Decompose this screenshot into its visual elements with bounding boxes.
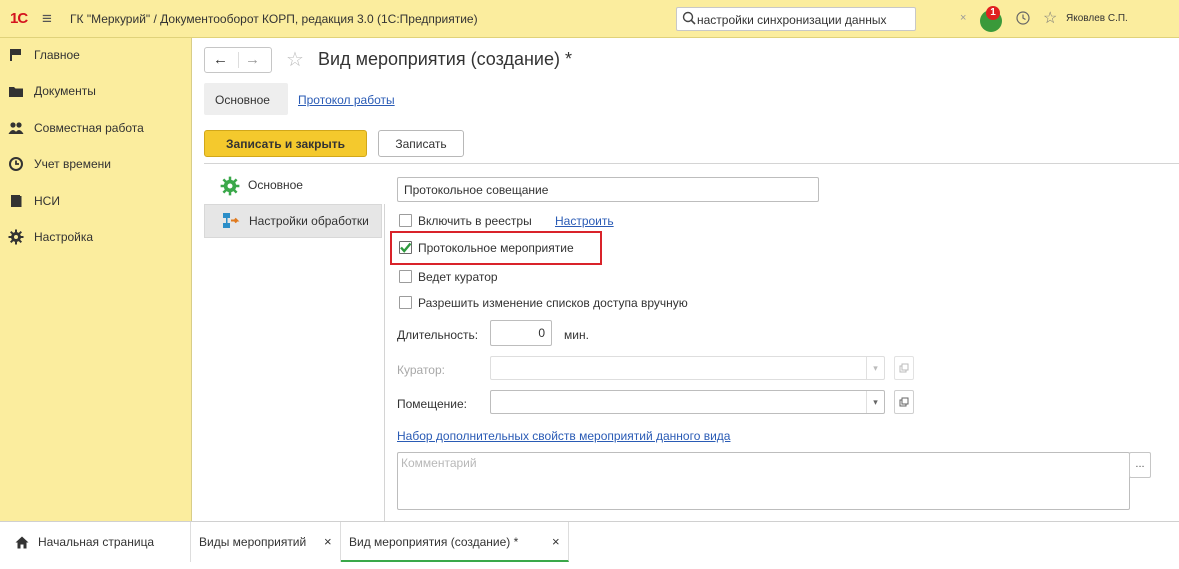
top-bar: 1С ≡ ГК "Меркурий" / Документооборот КОР… — [0, 0, 1179, 38]
tab-main[interactable]: Основное — [204, 83, 288, 115]
close-icon[interactable]: × — [324, 534, 332, 549]
curator-open-button — [894, 356, 914, 380]
search-input[interactable]: настройки синхронизации данных — [676, 7, 916, 31]
favorites-star-icon[interactable]: ☆ — [1043, 8, 1057, 28]
people-icon — [8, 120, 24, 136]
room-field[interactable]: ▾ — [490, 390, 885, 414]
name-value: Протокольное совещание — [404, 183, 549, 197]
open-windows-bar: Начальная страница Виды мероприятий × Ви… — [0, 521, 1179, 569]
search-icon — [682, 11, 696, 28]
favorite-star-icon[interactable]: ☆ — [286, 47, 304, 72]
curator-checkbox-label: Ведет куратор — [418, 270, 498, 284]
include-registers-checkbox[interactable] — [399, 214, 412, 227]
sidebar-item-time-tracking[interactable]: Учет времени — [0, 154, 190, 178]
room-label: Помещение: — [397, 397, 467, 411]
flag-icon — [8, 47, 24, 63]
user-name[interactable]: Яковлев С.П. — [1066, 13, 1128, 24]
configure-link[interactable]: Настроить — [555, 214, 614, 228]
side-tab-label: Настройки обработки — [249, 214, 369, 228]
tab-label: Начальная страница — [38, 535, 155, 549]
duration-input[interactable]: 0 — [490, 320, 552, 346]
back-arrow-icon[interactable]: ← — [213, 51, 228, 68]
sidebar-item-label: Совместная работа — [34, 121, 144, 135]
sidebar-item-main[interactable]: Главное — [0, 45, 190, 69]
tab-label: Вид мероприятия (создание) * — [349, 535, 519, 549]
sidebar: Главное Документы Совместная работа Учет… — [0, 38, 192, 521]
search-value: настройки синхронизации данных — [697, 13, 887, 27]
form-area: ← → ☆ Вид мероприятия (создание) * Основ… — [192, 38, 1179, 521]
tab-work-log[interactable]: Протокол работы — [298, 93, 395, 107]
tab-home-page[interactable]: Начальная страница — [0, 522, 191, 562]
curator-checkbox[interactable] — [399, 270, 412, 283]
sidebar-item-label: Учет времени — [34, 157, 111, 171]
comment-textarea[interactable]: Комментарий — [397, 452, 1130, 510]
tab-event-types[interactable]: Виды мероприятий × — [191, 522, 341, 562]
tab-label: Виды мероприятий — [199, 535, 307, 549]
chevron-down-icon[interactable]: ▾ — [866, 391, 884, 413]
open-icon — [899, 363, 909, 373]
save-label: Записать — [395, 137, 447, 151]
tab-main-label: Основное — [215, 93, 270, 107]
curator-label: Куратор: — [397, 363, 445, 377]
divider — [204, 163, 1179, 164]
gear-icon — [220, 176, 240, 199]
manual-access-label: Разрешить изменение списков доступа вруч… — [418, 296, 688, 310]
menu-icon[interactable]: ≡ — [42, 9, 52, 29]
sidebar-item-label: Настройка — [34, 230, 94, 244]
clock-icon — [8, 156, 24, 172]
divider — [238, 52, 239, 68]
name-field[interactable]: Протокольное совещание — [397, 177, 819, 202]
sidebar-item-label: НСИ — [34, 194, 60, 208]
comment-expand-button[interactable]: ... — [1129, 452, 1151, 478]
side-tab-label: Основное — [248, 178, 303, 192]
search-clear-icon[interactable]: × — [960, 12, 966, 24]
sidebar-item-settings[interactable]: Настройка — [0, 227, 190, 251]
checkmark-icon — [400, 242, 412, 253]
close-icon[interactable]: × — [552, 534, 560, 549]
open-icon — [899, 397, 909, 407]
duration-value: 0 — [538, 326, 545, 340]
page-title: Вид мероприятия (создание) * — [318, 49, 572, 69]
protocol-event-checkbox[interactable] — [399, 241, 412, 254]
navigation-buttons: ← → — [204, 47, 272, 73]
app-logo: 1С — [10, 10, 28, 27]
protocol-event-label: Протокольное мероприятие — [418, 241, 574, 255]
duration-label: Длительность: — [397, 328, 479, 342]
forward-arrow-icon[interactable]: → — [245, 51, 260, 68]
history-icon[interactable] — [1015, 10, 1031, 29]
sidebar-item-documents[interactable]: Документы — [0, 81, 190, 105]
side-tab-processing[interactable]: Настройки обработки — [204, 204, 382, 238]
sidebar-item-reference[interactable]: НСИ — [0, 191, 190, 215]
save-button[interactable]: Записать — [378, 130, 464, 157]
side-tab-main[interactable]: Основное — [204, 170, 382, 206]
include-registers-label: Включить в реестры — [418, 214, 532, 228]
tab-event-type-create[interactable]: Вид мероприятия (создание) * × — [341, 522, 569, 562]
divider — [384, 204, 385, 521]
sidebar-item-label: Документы — [34, 84, 96, 98]
gear-icon — [8, 229, 24, 245]
save-and-close-label: Записать и закрыть — [226, 137, 345, 151]
room-open-button[interactable] — [894, 390, 914, 414]
sidebar-item-label: Главное — [34, 48, 80, 62]
save-and-close-button[interactable]: Записать и закрыть — [204, 130, 367, 157]
chevron-down-icon: ▾ — [866, 357, 884, 379]
notification-badge: 1 — [986, 6, 1000, 20]
home-icon — [15, 536, 29, 549]
duration-unit: мин. — [564, 328, 589, 342]
folder-icon — [8, 83, 24, 99]
app-title: ГК "Меркурий" / Документооборот КОРП, ре… — [70, 12, 478, 26]
process-icon — [221, 211, 241, 234]
curator-field: ▾ — [490, 356, 885, 380]
sidebar-item-collaboration[interactable]: Совместная работа — [0, 118, 190, 142]
comment-placeholder: Комментарий — [401, 456, 477, 470]
manual-access-checkbox[interactable] — [399, 296, 412, 309]
notifications-button[interactable]: 1 — [978, 6, 1004, 32]
book-icon — [8, 193, 24, 209]
additional-properties-link[interactable]: Набор дополнительных свойств мероприятий… — [397, 429, 730, 443]
